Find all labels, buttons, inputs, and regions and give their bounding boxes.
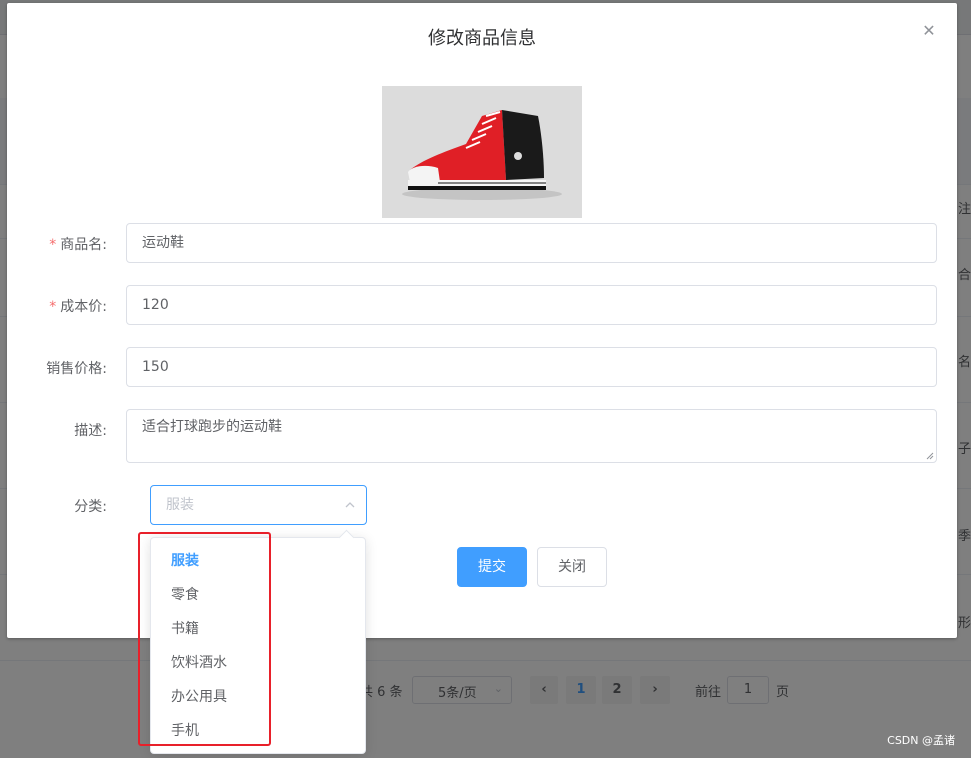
dropdown-option-office-supplies[interactable]: 办公用具 [151,680,365,714]
description-textarea[interactable]: 适合打球跑步的运动鞋 [126,409,937,463]
dropdown-option-clothing[interactable]: 服装 [151,544,365,578]
category-select-value: 服装 [166,497,194,513]
cost-price-label: * 成本价: [7,296,107,316]
description-label: 描述: [74,423,107,439]
close-button[interactable]: 关闭 [537,547,607,587]
chevron-up-icon [345,502,355,508]
watermark: CSDN @孟诸 [887,734,955,747]
resize-handle-icon[interactable] [926,452,934,460]
cost-price-label-text: 成本价: [60,299,107,315]
required-marker: * [49,237,57,253]
submit-button[interactable]: 提交 [457,547,527,587]
sneaker-icon [382,86,582,218]
dialog-title: 修改商品信息 [428,28,536,49]
product-name-label-text: 商品名: [60,237,107,253]
cost-price-input[interactable]: 120 [126,285,937,325]
dropdown-option-books[interactable]: 书籍 [151,612,365,646]
sale-price-label: 销售价格: [46,361,107,377]
dropdown-option-beverages[interactable]: 饮料酒水 [151,646,365,680]
category-dropdown: 服装 零食 书籍 饮料酒水 办公用具 手机 [150,529,366,754]
product-name-input[interactable]: 运动鞋 [126,223,937,263]
sale-price-input[interactable]: 150 [126,347,937,387]
required-marker: * [49,299,57,315]
dropdown-option-phones[interactable]: 手机 [151,714,365,748]
close-icon[interactable]: ✕ [919,21,939,41]
dropdown-option-snacks[interactable]: 零食 [151,578,365,612]
description-text: 适合打球跑步的运动鞋 [142,419,282,435]
product-image [382,86,582,218]
category-label: 分类: [74,499,107,515]
product-name-label: * 商品名: [7,234,107,254]
category-select[interactable]: 服装 [150,485,367,525]
